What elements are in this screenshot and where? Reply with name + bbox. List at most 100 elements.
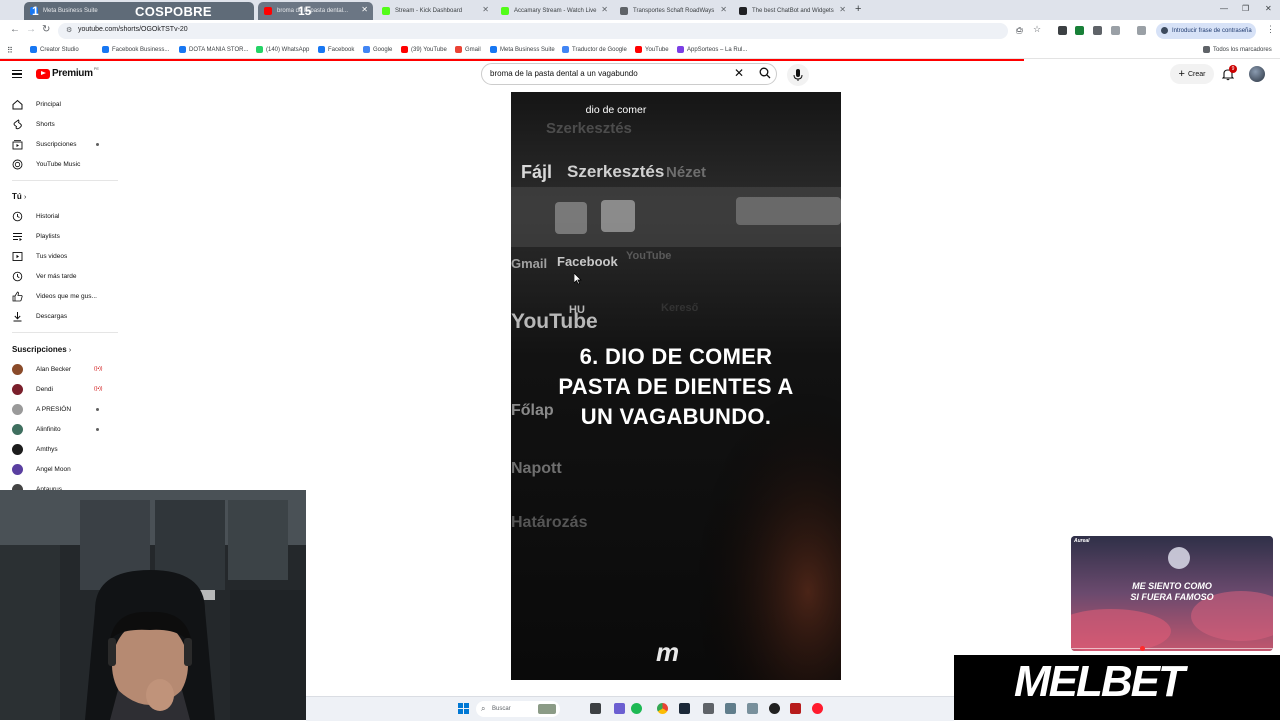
tab-label: The best ChatBot and Widgets [752, 8, 834, 14]
shorts-video-player[interactable]: Fájl Szerkesztés Nézet Szerkesztés Gmail… [511, 92, 841, 680]
obs-icon[interactable] [769, 703, 780, 714]
youtube-logo[interactable]: Premium PE [36, 66, 99, 79]
subscription-channel[interactable]: Alan Becker ((•)) [0, 359, 118, 379]
sidebar-item-playlists[interactable]: Playlists [0, 226, 118, 246]
task-view-icon[interactable] [590, 703, 601, 714]
browser-tab-chatbot[interactable]: The best ChatBot and Widgets ✕ [733, 2, 851, 20]
reload-icon[interactable]: ↻ [42, 24, 50, 35]
steam-icon[interactable] [679, 703, 690, 714]
sidebar-item-descargas[interactable]: Descargas [0, 306, 118, 326]
taskbar-app-icon[interactable] [790, 703, 801, 714]
spotify-icon[interactable] [631, 703, 642, 714]
subscriptions-icon [12, 139, 23, 149]
subscriptions-section-heading[interactable]: Suscripciones › [12, 345, 71, 354]
taskbar-search-input[interactable]: ⌕ Buscar [476, 701, 560, 717]
all-bookmarks[interactable]: Todos los marcadores [1203, 46, 1272, 53]
extensions-puzzle-icon[interactable] [1111, 26, 1120, 35]
background-word: HU [569, 304, 585, 316]
extension-icon[interactable] [1093, 26, 1102, 35]
sidebar-item-youtube-music[interactable]: YouTube Music [0, 154, 118, 174]
bookmark-item[interactable]: Facebook [318, 46, 354, 53]
browser-tab-youtube[interactable]: broma de la pasta dental... ✕ [258, 2, 373, 20]
sidebar-item-shorts[interactable]: Shorts [0, 114, 118, 134]
you-section-heading[interactable]: Tú › [12, 192, 26, 201]
bookmark-item[interactable]: Google [363, 46, 392, 53]
windows-start-icon[interactable] [458, 703, 469, 714]
sidebar-item-historial[interactable]: Historial [0, 206, 118, 226]
bookmark-label: (140) WhatsApp [266, 46, 310, 53]
ad-card[interactable]: Aureal ME SIENTO COMO SI FUERA FAMOSO [1071, 536, 1273, 651]
taskbar-app-icon[interactable] [614, 703, 625, 714]
minimize-icon[interactable]: — [1220, 4, 1228, 13]
settings-gear-icon[interactable] [747, 703, 758, 714]
sidebar-item-ver-mas-tarde[interactable]: Ver más tarde [0, 266, 118, 286]
voice-search-button[interactable] [787, 64, 809, 86]
sidebar-item-principal[interactable]: Principal [0, 94, 118, 114]
password-prompt-chip[interactable]: Introducir frase de contraseña [1156, 23, 1256, 39]
subscription-channel[interactable]: Dendi ((•)) [0, 379, 118, 399]
bookmark-item[interactable]: YouTube [635, 46, 669, 53]
browser-tab-kick-stream[interactable]: Accamary Stream - Watch Live ✕ [495, 2, 613, 20]
account-avatar[interactable] [1249, 66, 1265, 82]
apps-grid-icon[interactable]: ⠿ [7, 46, 13, 55]
create-button[interactable]: + Crear [1170, 64, 1214, 84]
sidebar-item-suscripciones[interactable]: Suscripciones [0, 134, 118, 154]
subscription-channel[interactable]: Angel Moon [0, 459, 118, 479]
opera-icon[interactable] [812, 703, 823, 714]
background-word: YouTube [626, 250, 672, 262]
background-word: Napott [511, 460, 562, 477]
forward-icon[interactable]: → [26, 24, 36, 35]
browser-tab-kick-dashboard[interactable]: Stream - Kick Dashboard ✕ [376, 2, 494, 20]
search-input[interactable]: broma de la pasta dental a un vagabundo … [481, 63, 777, 85]
chrome-icon[interactable] [657, 703, 668, 714]
overlay-number: 1 [32, 4, 39, 18]
bookmark-star-icon[interactable]: ☆ [1033, 24, 1041, 35]
subscription-channel[interactable]: A PRESIÓN [0, 399, 118, 419]
you-heading-label: Tú [12, 192, 22, 201]
subscription-channel[interactable]: Amthys [0, 439, 118, 459]
back-icon[interactable]: ← [10, 24, 20, 35]
bookmark-item[interactable]: Traductor de Google [562, 46, 627, 53]
bookmark-item[interactable]: AppSorteos – La Rul... [677, 46, 747, 53]
subscription-channel[interactable]: Alinfinito [0, 419, 118, 439]
tab-close-icon[interactable]: ✕ [482, 5, 489, 14]
address-bar[interactable]: ⚙ youtube.com/shorts/OGOkTSTv-20 ⎙ [58, 23, 1022, 39]
logo-text: Premium [52, 68, 93, 79]
bookmark-item[interactable]: DOTA MANIA STOR... [179, 46, 248, 53]
media-control-icon[interactable] [1137, 26, 1146, 35]
tab-label: Meta Business Suite [43, 8, 98, 14]
sidebar-item-label: Historial [36, 212, 60, 220]
tab-close-icon[interactable]: ✕ [839, 5, 846, 14]
extension-sheets-icon[interactable] [1075, 26, 1084, 35]
tab-label: Stream - Kick Dashboard [395, 8, 463, 14]
taskbar-app-icon[interactable] [703, 703, 714, 714]
bookmark-item[interactable]: (140) WhatsApp [256, 46, 309, 53]
channel-avatar [12, 463, 23, 475]
bookmark-item[interactable]: (39) YouTube [401, 46, 447, 53]
new-tab-icon[interactable]: + [855, 3, 861, 15]
bookmark-favicon-icon [635, 46, 642, 53]
taskbar-app-icon[interactable] [725, 703, 736, 714]
browser-menu-icon[interactable]: ⋮ [1266, 24, 1275, 35]
menu-icon[interactable] [12, 70, 22, 79]
bookmark-item[interactable]: Facebook Business... [102, 46, 169, 53]
sidebar-item-videos-que-me-gustan[interactable]: Videos que me gus... [0, 286, 118, 306]
extension-icon[interactable] [1058, 26, 1067, 35]
sidebar-item-tus-videos[interactable]: Tus videos [0, 246, 118, 266]
search-icon[interactable] [759, 67, 771, 79]
maximize-icon[interactable]: ❐ [1242, 4, 1249, 13]
close-window-icon[interactable]: ✕ [1265, 4, 1272, 13]
browser-tab-transportes[interactable]: Transportes Schaft RoadWays ✕ [614, 2, 732, 20]
cast-icon[interactable]: ▭ [1016, 25, 1024, 34]
tab-close-icon[interactable]: ✕ [601, 5, 608, 14]
channel-avatar [12, 403, 23, 415]
bookmark-item[interactable]: Creator Studio [30, 46, 79, 53]
bookmark-item[interactable]: Meta Business Suite [490, 46, 555, 53]
bookmark-favicon-icon [363, 46, 370, 53]
site-info-icon[interactable]: ⚙ [66, 26, 72, 34]
tab-close-icon[interactable]: ✕ [361, 5, 368, 14]
bookmark-item[interactable]: Gmail [455, 46, 481, 53]
channel-name: Angel Moon [36, 465, 71, 473]
clear-search-icon[interactable]: ✕ [734, 66, 744, 80]
tab-close-icon[interactable]: ✕ [720, 5, 727, 14]
